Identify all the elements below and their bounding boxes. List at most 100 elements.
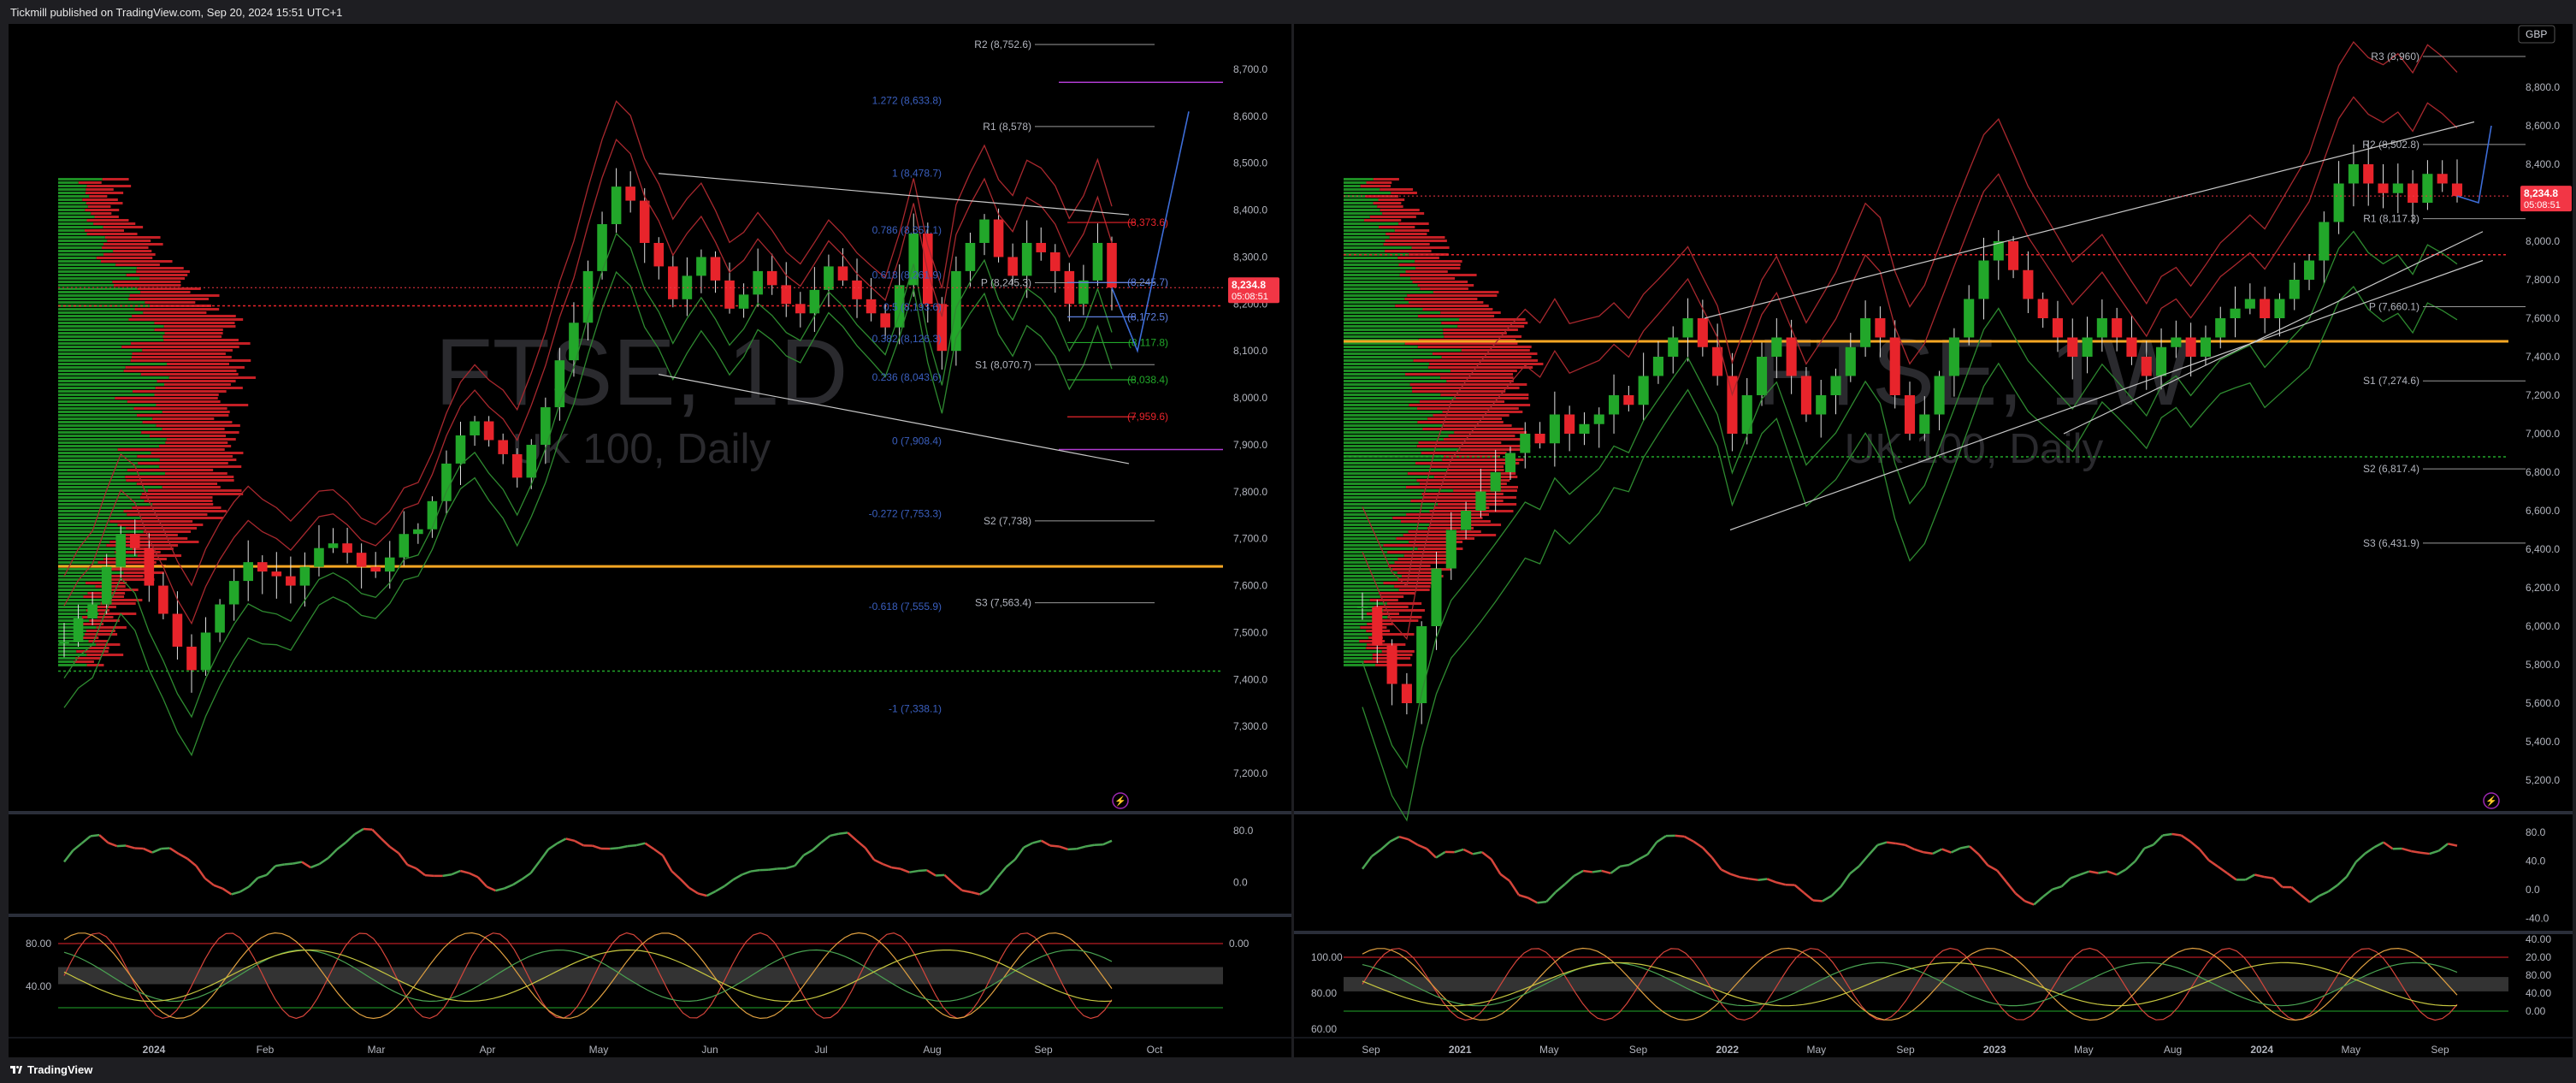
oscillator-line-segment xyxy=(424,873,434,878)
volume-profile-bar-up xyxy=(1344,537,1397,540)
stoch-tick: 60.00 xyxy=(1311,1023,1337,1035)
volume-profile-bar-down xyxy=(1457,325,1525,328)
left-chart-svg[interactable]: FTSE, 1DUK 100, DailyR2 (8,752.6)R1 (8,5… xyxy=(9,24,1291,1057)
oscillator-line-segment xyxy=(292,861,303,865)
volume-profile-bar-up xyxy=(1344,325,1458,328)
volume-profile-bar-up xyxy=(58,424,157,427)
oscillator-line-segment xyxy=(495,887,505,892)
oscillator-line-segment xyxy=(161,847,170,850)
candle-body xyxy=(2185,337,2196,357)
candle-body xyxy=(2171,337,2182,347)
candle-body xyxy=(1504,453,1516,472)
volume-profile-bar-up xyxy=(58,390,133,393)
volume-profile-bar-down xyxy=(1379,592,1415,595)
right-chart-panel[interactable]: FTSE, 1W UK 100, Daily R3 (8,960) R2 (8,502… xyxy=(1294,24,2573,1057)
volume-profile-bar-down xyxy=(1382,212,1425,215)
oscillator-line-segment xyxy=(275,863,285,867)
volume-profile-bar-down xyxy=(1427,417,1502,420)
candle-body xyxy=(1904,395,1916,434)
candle-body xyxy=(1800,376,1811,415)
candle-body xyxy=(1816,395,1827,415)
volume-profile-bar-up xyxy=(1344,315,1419,317)
volume-profile-bar-down xyxy=(1391,568,1451,571)
volume-profile-bar-up xyxy=(1344,500,1411,502)
volume-profile-bar-down xyxy=(1429,363,1544,365)
oscillator-line-segment xyxy=(213,884,223,890)
volume-profile-bar-down xyxy=(163,383,231,386)
volume-profile-bar-down xyxy=(1441,322,1528,324)
volume-profile-bar-down xyxy=(1444,335,1522,338)
oscillator-line-segment xyxy=(512,878,523,886)
oscillator-line-segment xyxy=(1720,868,1731,875)
oscillator-line-segment xyxy=(451,869,461,876)
oscillator-line-segment xyxy=(504,883,514,890)
volume-profile-bar-up xyxy=(58,599,103,601)
volume-profile-bar-down xyxy=(86,654,124,656)
pivot-label: S1 (7,274.6) xyxy=(2363,375,2419,387)
candle-body xyxy=(2037,299,2048,318)
candle-body xyxy=(1978,260,1989,299)
volume-profile-bar-up xyxy=(58,482,137,485)
volume-profile-bar-down xyxy=(132,506,222,509)
volume-profile-bar-down xyxy=(1431,465,1504,468)
candle-body xyxy=(2319,222,2330,261)
oscillator-line-segment xyxy=(2300,894,2311,903)
candle-body xyxy=(1948,337,1959,376)
volume-profile-bar-up xyxy=(58,448,118,451)
oscillator-line-segment xyxy=(1748,877,1758,881)
volume-profile-bar-up xyxy=(1344,636,1369,639)
volume-profile-bar-up xyxy=(58,325,164,328)
oscillator-line-segment xyxy=(2089,870,2099,874)
volume-profile-bar-up xyxy=(1344,524,1430,526)
oscillator-line-segment xyxy=(231,891,241,896)
volume-profile-bar-up xyxy=(1344,387,1412,389)
price-axis-tick: 5,800.0 xyxy=(2526,659,2560,671)
right-chart-svg[interactable]: FTSE, 1WUK 100, DailyR3 (8,960)R2 (8,502… xyxy=(1294,24,2573,1057)
oscillator-line-segment xyxy=(565,837,576,843)
oscillator-line-segment xyxy=(1389,836,1400,843)
time-axis-tick: Sep xyxy=(1629,1044,1648,1056)
time-axis-tick: 2022 xyxy=(1716,1044,1739,1056)
price-axis-tick: 7,400.0 xyxy=(2526,351,2560,363)
volume-profile-bar-up xyxy=(1344,188,1380,191)
time-axis-tick: Feb xyxy=(257,1044,275,1056)
volume-profile-bar-up xyxy=(58,568,104,571)
volume-profile-bar-up xyxy=(58,281,113,283)
volume-profile-bar-down xyxy=(163,325,236,328)
candle-body xyxy=(852,280,862,299)
stoch-midband xyxy=(1344,977,2508,991)
volume-profile-bar-down xyxy=(1417,284,1474,287)
volume-profile-bar-down xyxy=(86,219,129,222)
volume-profile-bar-up xyxy=(1344,643,1368,646)
volume-profile-bar-down xyxy=(140,496,213,499)
volume-profile-bar-up xyxy=(58,517,142,519)
volume-profile-bar-down xyxy=(1383,243,1430,246)
volume-profile-bar-down xyxy=(1405,270,1448,273)
volume-profile-bar-up xyxy=(58,212,92,215)
volume-profile-bar-up xyxy=(1344,363,1430,365)
fib-label: -0.272 (7,753.3) xyxy=(869,507,942,519)
oscillator-line-segment xyxy=(1693,840,1704,849)
price-axis-tick: 7,500.0 xyxy=(1233,626,1267,638)
tradingview-brand[interactable]: TradingView xyxy=(10,1063,92,1076)
candle-body xyxy=(1520,434,1531,453)
volume-profile-bar-up xyxy=(1344,366,1428,369)
volume-profile-bar-up xyxy=(1344,260,1415,263)
volume-profile-bar-up xyxy=(58,291,141,293)
oscillator-line-segment xyxy=(327,848,338,859)
candle-body xyxy=(1401,684,1412,703)
candle-body xyxy=(1860,318,1871,347)
time-axis-tick: May xyxy=(2074,1044,2094,1056)
pivot-label: R1 (8,578) xyxy=(983,121,1031,133)
volume-profile-bar-up xyxy=(58,181,79,184)
fib-label: 0.5 (8,193.6) xyxy=(883,301,942,313)
volume-profile-bar-down xyxy=(136,482,218,485)
candle-body xyxy=(795,304,806,314)
left-chart-panel[interactable]: FTSE, 1D UK 100, Daily R2 (8,752.6) R1 (8,5… xyxy=(9,24,1291,1057)
oscillator-line-segment xyxy=(1775,881,1787,886)
oscillator-line-segment xyxy=(1049,844,1060,848)
volume-profile-bar-down xyxy=(1433,476,1518,478)
candle-body xyxy=(1756,357,1768,395)
volume-profile-bar-down xyxy=(162,335,222,338)
candle-body xyxy=(441,463,452,501)
